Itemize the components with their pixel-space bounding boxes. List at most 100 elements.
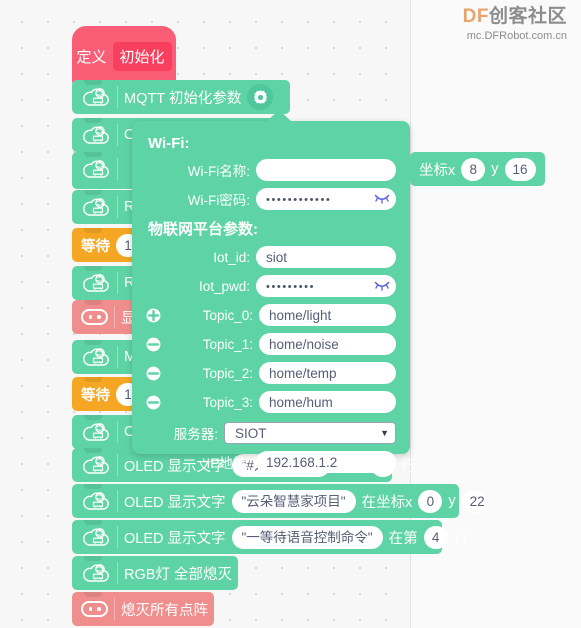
- watermark-brand-suffix: 创客社区: [488, 6, 567, 27]
- topic-1-label: Topic_1:: [202, 336, 253, 352]
- topic-2-label: Topic_2:: [202, 365, 253, 381]
- oled-3-text[interactable]: "一等待语音控制命令": [231, 525, 383, 549]
- iot-password-value: •••••••••: [266, 281, 316, 293]
- ip-row: IP地址: 192.168.1.2: [146, 451, 396, 473]
- iot-password-label: Iot_pwd:: [198, 278, 250, 294]
- block-divider: [117, 526, 118, 548]
- server-selected-value: SIOT: [235, 425, 267, 441]
- block-divider: [117, 562, 118, 584]
- server-label: 服务器:: [173, 427, 218, 442]
- hat-function-name[interactable]: 初始化: [112, 41, 172, 71]
- block-divider: [117, 490, 118, 512]
- gear-icon[interactable]: [247, 84, 274, 110]
- block-oled-row-3[interactable]: OLED 显示文字 "一等待语音控制命令" 在第 4 行: [72, 520, 468, 554]
- topic-0-input[interactable]: home/light: [259, 304, 396, 326]
- block-divider: [117, 272, 118, 294]
- block-oled-coord-peek[interactable]: 坐标x 8 y 16: [410, 152, 545, 186]
- oled-3-mid: 在第: [388, 530, 418, 547]
- wait-label-1: 等待: [81, 238, 110, 255]
- block-oled-row-2[interactable]: OLED 显示文字 "云朵智慧家项目" 在坐标x 0 y 22: [72, 484, 486, 518]
- topic-2-input[interactable]: home/temp: [259, 362, 396, 384]
- oled-3-prefix: OLED 显示文字: [124, 530, 226, 547]
- add-icon[interactable]: [146, 308, 161, 323]
- cloud-chip-icon: [83, 198, 109, 216]
- mqtt-parameters-dialog[interactable]: Wi-Fi: Wi-Fi名称: Wi-Fi密码: •••••••••••• 物联…: [132, 110, 410, 473]
- topic-0-label: Topic_0:: [202, 307, 253, 323]
- block-divider: [117, 196, 118, 218]
- cloud-chip-icon: [83, 423, 109, 441]
- server-row: 服务器: SIOT ▼: [146, 422, 396, 444]
- wifi-name-row: Wi-Fi名称:: [146, 159, 396, 181]
- watermark-url: mc.DFRobot.com.cn: [466, 29, 567, 42]
- topic-3-input[interactable]: home/hum: [259, 391, 396, 413]
- topic-0-row: Topic_0: home/light: [146, 304, 396, 326]
- block-mqtt-init[interactable]: MQTT 初始化参数: [72, 80, 290, 114]
- block-divider: [114, 306, 115, 328]
- iot-password-input[interactable]: •••••••••: [256, 275, 396, 297]
- site-watermark: DF创客社区 mc.DFRobot.com.cn: [463, 6, 567, 42]
- block-divider: [117, 421, 118, 443]
- block-divider: [117, 454, 118, 476]
- wifi-password-input[interactable]: ••••••••••••: [256, 188, 396, 210]
- oled-1-suffix: 行: [401, 458, 416, 475]
- wifi-name-input[interactable]: [256, 159, 396, 181]
- remove-icon[interactable]: [146, 395, 161, 410]
- block-matrix-all-off[interactable]: 熄灭所有点阵: [72, 592, 214, 626]
- remove-icon[interactable]: [146, 337, 161, 352]
- iot-section-title: 物联网平台参数:: [148, 221, 258, 238]
- wifi-password-label: Wi-Fi密码:: [187, 193, 250, 208]
- oled-peek-y-value[interactable]: 16: [504, 157, 536, 181]
- oled-2-x-value[interactable]: 0: [418, 489, 443, 513]
- block-rgb-all-off[interactable]: RGB灯 全部熄灭: [72, 556, 238, 590]
- wifi-password-value: ••••••••••••: [266, 194, 332, 206]
- iot-id-input[interactable]: siot: [256, 246, 396, 268]
- topic-1-row: Topic_1: home/noise: [146, 333, 396, 355]
- topic-3-row: Topic_3: home/hum: [146, 391, 396, 413]
- microbit-face-icon: [81, 601, 108, 617]
- oled-3-suffix: 行: [453, 530, 469, 547]
- wifi-section-title: Wi-Fi:: [148, 135, 190, 152]
- cloud-chip-icon: [83, 528, 109, 546]
- remove-icon[interactable]: [146, 366, 161, 381]
- cloud-chip-icon: [83, 492, 109, 510]
- block-label-mqtt-init: MQTT 初始化参数: [124, 90, 242, 107]
- oled-2-prefix: OLED 显示文字: [124, 494, 226, 511]
- dialog-pointer-arrow: [266, 110, 292, 122]
- cloud-chip-icon: [83, 564, 109, 582]
- cloud-chip-icon: [83, 88, 109, 106]
- oled-peek-prefix: 坐标x: [419, 162, 456, 179]
- block-divider: [117, 158, 118, 180]
- server-select[interactable]: SIOT ▼: [224, 422, 396, 444]
- oled-3-line-number[interactable]: 4: [423, 525, 448, 549]
- ip-input[interactable]: 192.168.1.2: [256, 451, 396, 473]
- hat-keyword: 定义: [76, 48, 107, 66]
- wifi-password-row: Wi-Fi密码: ••••••••••••: [146, 188, 396, 210]
- iot-password-row: Iot_pwd: •••••••••: [146, 275, 396, 297]
- block-divider: [117, 86, 118, 108]
- microbit-face-icon: [81, 309, 108, 325]
- topic-3-label: Topic_3:: [202, 394, 253, 410]
- eye-closed-icon[interactable]: [374, 194, 390, 205]
- block-divider: [117, 124, 118, 146]
- wait-label-2: 等待: [81, 387, 110, 404]
- topic-2-row: Topic_2: home/temp: [146, 362, 396, 384]
- gear-glyph-icon: [253, 89, 267, 104]
- oled-2-y-value[interactable]: 22: [461, 489, 486, 513]
- oled-2-text[interactable]: "云朵智慧家项目": [231, 489, 356, 513]
- block-label-matrix: 熄灭所有点阵: [121, 602, 208, 619]
- eye-closed-icon[interactable]: [374, 281, 390, 292]
- watermark-brand-prefix: DF: [462, 6, 489, 27]
- oled-2-y-label: y: [448, 493, 456, 509]
- cloud-chip-icon: [83, 348, 109, 366]
- hat-block-define[interactable]: 定义 初始化: [72, 26, 176, 86]
- block-divider: [117, 346, 118, 368]
- block-divider: [114, 598, 115, 620]
- oled-peek-y-label: y: [491, 161, 499, 177]
- cloud-chip-icon: [83, 160, 109, 178]
- cloud-chip-icon: [83, 456, 109, 474]
- chevron-down-icon: ▼: [380, 428, 389, 438]
- ip-label: IP地址:: [206, 456, 250, 471]
- oled-peek-x-value[interactable]: 8: [461, 157, 486, 181]
- oled-2-mid: 在坐标x: [361, 494, 413, 511]
- topic-1-input[interactable]: home/noise: [259, 333, 396, 355]
